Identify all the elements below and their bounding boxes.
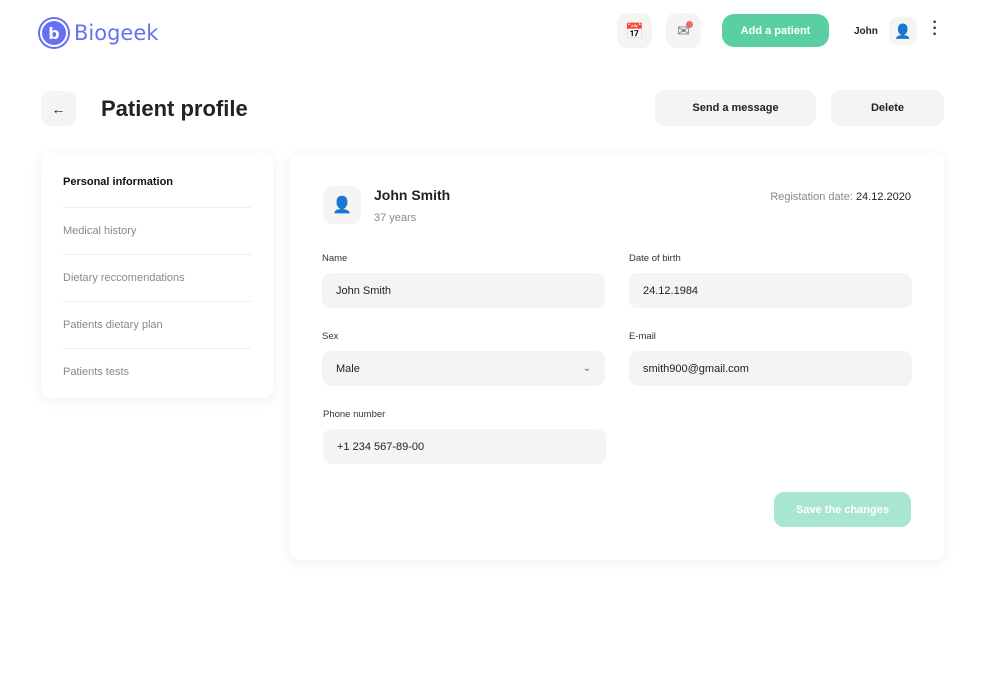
user-name[interactable]: John xyxy=(854,26,878,37)
user-icon: 👤 xyxy=(894,22,912,39)
sidebar-item-dietary-recommendations[interactable]: Dietary reccomendations xyxy=(63,255,251,302)
user-avatar[interactable]: 👤 xyxy=(889,17,917,45)
sex-select[interactable]: Male ⌄ xyxy=(322,351,605,386)
delete-button[interactable]: Delete xyxy=(831,90,944,126)
patient-avatar: 👤 xyxy=(323,186,361,224)
sex-value: Male xyxy=(336,362,360,375)
registration-date: Registation date: 24.12.2020 xyxy=(770,191,911,203)
name-input[interactable]: John Smith xyxy=(322,273,605,308)
dob-input[interactable]: 24.12.1984 xyxy=(629,273,912,308)
calendar-button[interactable]: 📅 xyxy=(617,13,652,48)
logo[interactable]: b Biogeek xyxy=(40,19,158,47)
save-changes-button[interactable]: Save the changes xyxy=(774,492,911,527)
send-message-button[interactable]: Send a message xyxy=(655,90,816,126)
registration-value: 24.12.2020 xyxy=(855,191,911,203)
calendar-icon: 📅 xyxy=(625,22,644,40)
messages-button[interactable]: ✉ xyxy=(666,13,701,48)
user-icon: 👤 xyxy=(332,197,352,214)
sidebar-item-tests[interactable]: Patients tests xyxy=(63,349,251,396)
chevron-down-icon: ⌄ xyxy=(582,363,591,374)
logo-text: Biogeek xyxy=(74,21,159,45)
more-menu-icon[interactable]: · · · xyxy=(930,15,940,43)
phone-label: Phone number xyxy=(323,409,386,420)
profile-card: 👤 John Smith 37 years Registation date: … xyxy=(290,153,944,560)
notification-dot xyxy=(686,21,693,28)
back-button[interactable]: ← xyxy=(41,91,76,126)
sidebar-item-medical-history[interactable]: Medical history xyxy=(63,208,251,255)
sidebar-item-dietary-plan[interactable]: Patients dietary plan xyxy=(63,302,251,349)
name-label: Name xyxy=(322,253,348,264)
email-label: E-mail xyxy=(629,331,656,342)
patient-name: John Smith xyxy=(374,187,451,203)
patient-age: 37 years xyxy=(374,212,417,224)
sidebar: Personal information Medical history Die… xyxy=(41,153,273,398)
dob-label: Date of birth xyxy=(629,253,681,264)
email-input[interactable]: smith900@gmail.com xyxy=(629,351,912,386)
phone-input[interactable]: +1 234 567-89-00 xyxy=(323,429,606,464)
registration-label: Registation date: xyxy=(770,191,853,203)
sex-label: Sex xyxy=(322,331,339,342)
add-patient-button[interactable]: Add a patient xyxy=(722,14,829,47)
page-title: Patient profile xyxy=(101,96,248,121)
sidebar-item-personal-information[interactable]: Personal information xyxy=(63,161,251,208)
arrow-left-icon: ← xyxy=(51,100,66,117)
logo-icon: b xyxy=(40,19,68,47)
